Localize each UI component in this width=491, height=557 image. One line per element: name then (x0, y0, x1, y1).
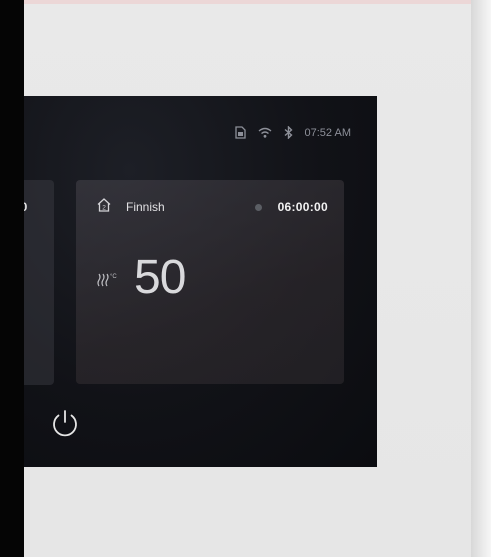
temperature-value: 50 (134, 251, 186, 304)
bluetooth-icon (284, 126, 293, 139)
power-icon (53, 410, 77, 437)
profile-card-header: 2 Finnish 06:00:00 (96, 197, 328, 218)
status-bar: 07:52 AM (234, 126, 351, 139)
device-right-edge (471, 0, 491, 557)
svg-text:2: 2 (102, 204, 106, 211)
profile-timer: 06:00:00 (277, 200, 328, 214)
control-screen: 07:52 AM 00 2 Finnish 06:00:00 °C (24, 96, 377, 467)
timer-status-dot (254, 203, 262, 211)
sd-card-icon (234, 126, 246, 139)
previous-card-timer: 00 (24, 200, 28, 214)
clock-time: 07:52 AM (304, 126, 351, 139)
profile-name: Finnish (126, 200, 165, 214)
svg-text:°C: °C (110, 274, 117, 280)
previous-profile-card[interactable]: 00 (24, 180, 54, 385)
wifi-icon (258, 127, 272, 138)
power-button[interactable] (46, 404, 84, 442)
left-bezel (0, 0, 24, 557)
house-2-icon: 2 (96, 197, 112, 218)
profile-card-finnish[interactable]: 2 Finnish 06:00:00 °C 50 (76, 180, 344, 384)
